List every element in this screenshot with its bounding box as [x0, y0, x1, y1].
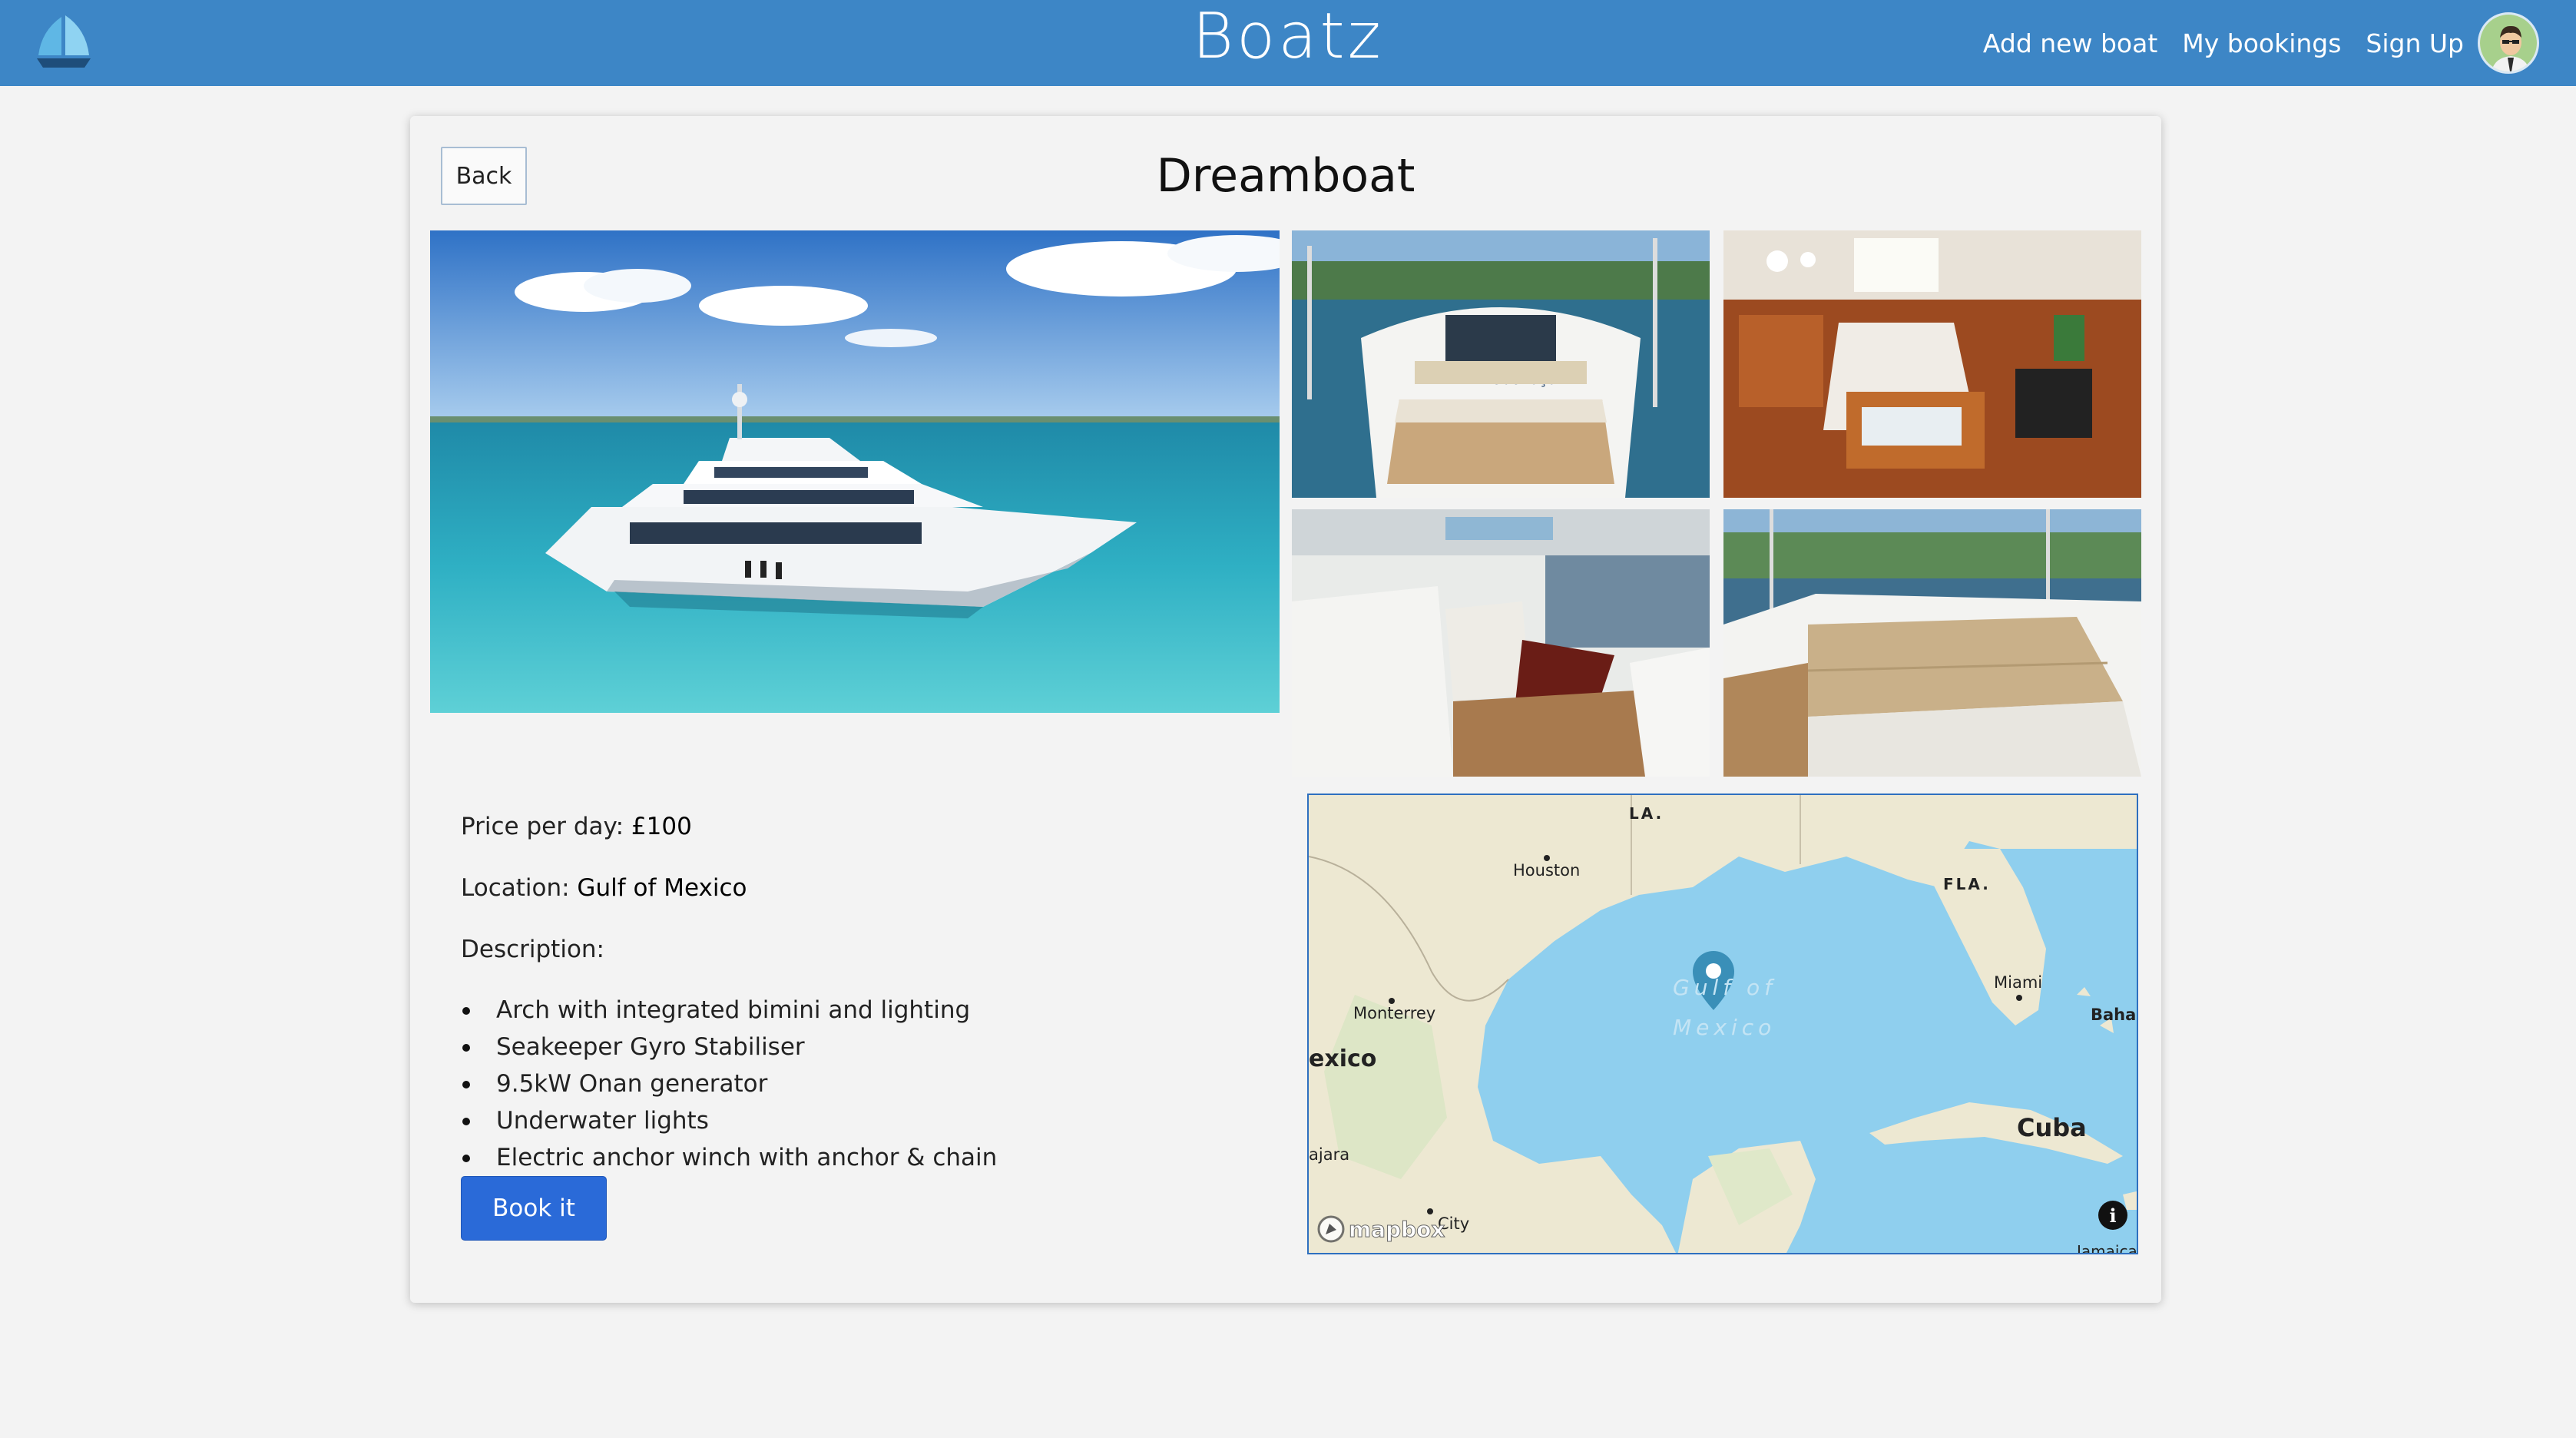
- feature-item: Electric anchor winch with anchor & chai…: [461, 1139, 1260, 1176]
- boat-photo-saloon[interactable]: [1723, 230, 2141, 498]
- map-label-la: LA.: [1629, 804, 1664, 823]
- mapbox-attribution: mapbox: [1348, 1216, 1445, 1242]
- map-label-gulf-line1: Gulf of: [1673, 975, 1776, 1000]
- boat-photo-sunbed[interactable]: [1723, 509, 2141, 777]
- map-label-miami: Miami: [1994, 973, 2043, 992]
- location-row: Location: Gulf of Mexico: [461, 869, 1260, 930]
- book-it-button[interactable]: Book it: [461, 1176, 607, 1241]
- nav-sign-up[interactable]: Sign Up: [2366, 28, 2464, 58]
- boat-photo-stern[interactable]: Cachaça: [1292, 230, 1710, 498]
- map-label-fla: FLA.: [1943, 875, 1991, 893]
- price-label: Price per day:: [461, 813, 624, 840]
- feature-list: Arch with integrated bimini and lighting…: [461, 992, 1260, 1176]
- map-label-monterrey: Monterrey: [1353, 1004, 1436, 1022]
- page-title: Dreamboat: [1156, 149, 1415, 203]
- nav-links: Add new boat My bookings Sign Up: [1958, 0, 2539, 86]
- feature-item: Seakeeper Gyro Stabiliser: [461, 1029, 1260, 1065]
- map-label-cuba: Cuba: [2017, 1113, 2087, 1142]
- description-label: Description:: [461, 936, 604, 963]
- feature-item: Underwater lights: [461, 1102, 1260, 1139]
- top-navbar: Boatz Add new boat My bookings Sign Up: [0, 0, 2576, 86]
- map-label-jamaica: Jamaica: [2077, 1242, 2137, 1254]
- main-boat-photo[interactable]: [430, 230, 1280, 713]
- location-label: Location:: [461, 874, 570, 902]
- map-label-guadalajara: ajara: [1309, 1145, 1350, 1164]
- user-avatar[interactable]: [2478, 12, 2539, 74]
- mapbox-logo[interactable]: mapbox: [1316, 1214, 1445, 1244]
- feature-item: 9.5kW Onan generator: [461, 1065, 1260, 1102]
- boat-info: Price per day: £100 Location: Gulf of Me…: [461, 807, 1260, 1176]
- location-map[interactable]: LA. Houston FLA. Miami Monterrey Gulf of…: [1307, 794, 2138, 1254]
- price-row: Price per day: £100: [461, 807, 1260, 869]
- price-value: £100: [631, 813, 692, 840]
- info-icon[interactable]: i: [2098, 1201, 2127, 1230]
- map-label-bahamas: Baha: [2091, 1006, 2137, 1024]
- map-label-mexico: exico: [1309, 1045, 1377, 1072]
- location-value: Gulf of Mexico: [577, 874, 747, 902]
- nav-my-bookings[interactable]: My bookings: [2182, 28, 2341, 58]
- feature-item: Arch with integrated bimini and lighting: [461, 992, 1260, 1029]
- boat-detail-card: Back Dreamboat Price per day: £100 Locat…: [410, 116, 2161, 1303]
- map-label-houston: Houston: [1513, 861, 1581, 880]
- boat-photo-cockpit[interactable]: [1292, 509, 1710, 777]
- nav-add-new-boat[interactable]: Add new boat: [1983, 28, 2157, 58]
- map-label-gulf-line2: Mexico: [1673, 1015, 1776, 1040]
